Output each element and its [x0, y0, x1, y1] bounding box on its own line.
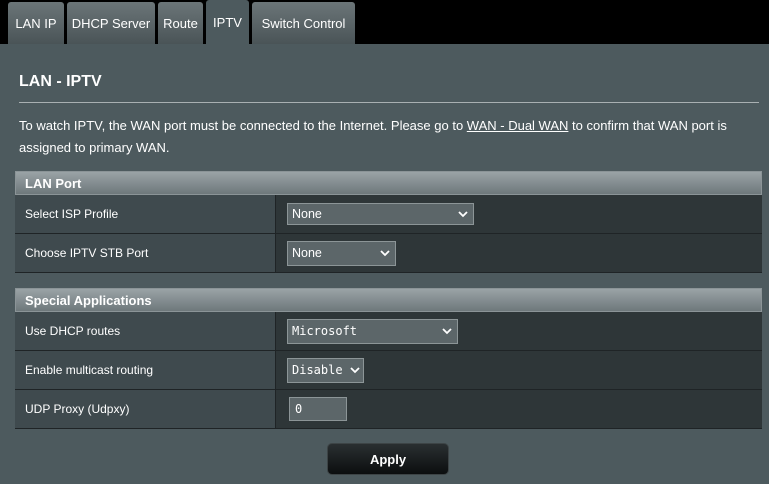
chevron-down-icon	[442, 328, 452, 335]
wan-dual-wan-link[interactable]: WAN - Dual WAN	[467, 118, 569, 133]
multicast-row: Enable multicast routing Disable	[15, 351, 762, 390]
multicast-label: Enable multicast routing	[15, 351, 276, 389]
isp-profile-select[interactable]: None	[287, 203, 474, 225]
chevron-down-icon	[458, 211, 468, 218]
dhcp-routes-row: Use DHCP routes Microsoft	[15, 312, 762, 351]
dhcp-routes-select[interactable]: Microsoft	[287, 318, 458, 344]
stb-port-select[interactable]: None	[287, 240, 396, 266]
stb-port-cell: None	[276, 234, 762, 272]
dhcp-routes-label: Use DHCP routes	[15, 312, 276, 350]
isp-profile-value: None	[292, 207, 322, 221]
tab-route[interactable]: Route	[158, 2, 203, 44]
isp-profile-row: Select ISP Profile None	[15, 195, 762, 234]
udpxy-row: UDP Proxy (Udpxy) 0	[15, 390, 762, 429]
multicast-value: Disable	[292, 363, 343, 377]
dhcp-routes-value: Microsoft	[292, 324, 358, 338]
tab-lan-ip[interactable]: LAN IP	[8, 2, 64, 44]
tab-bar: LAN IP DHCP Server Route IPTV Switch Con…	[0, 0, 355, 44]
special-applications-header: Special Applications	[15, 288, 762, 312]
page-title: LAN - IPTV	[19, 73, 102, 90]
tab-dhcp-server[interactable]: DHCP Server	[67, 2, 155, 44]
chevron-down-icon	[380, 250, 390, 257]
stb-port-value: None	[292, 246, 322, 260]
isp-profile-cell: None	[276, 195, 762, 233]
udpxy-input[interactable]: 0	[289, 397, 347, 421]
tab-switch-control[interactable]: Switch Control	[252, 2, 355, 44]
description: To watch IPTV, the WAN port must be conn…	[19, 115, 754, 159]
content-panel: LAN - IPTV To watch IPTV, the WAN port m…	[0, 44, 769, 484]
stb-port-row: Choose IPTV STB Port None	[15, 234, 762, 273]
udpxy-label: UDP Proxy (Udpxy)	[15, 390, 276, 428]
isp-profile-label: Select ISP Profile	[15, 195, 276, 233]
chevron-down-icon	[350, 367, 360, 374]
udpxy-cell: 0	[276, 390, 762, 428]
tab-iptv[interactable]: IPTV	[206, 0, 249, 44]
lan-port-header: LAN Port	[15, 171, 762, 195]
stb-port-label: Choose IPTV STB Port	[15, 234, 276, 272]
title-divider	[19, 102, 759, 103]
multicast-cell: Disable	[276, 351, 762, 389]
multicast-select[interactable]: Disable	[287, 357, 364, 383]
apply-button[interactable]: Apply	[327, 443, 449, 475]
description-text-1: To watch IPTV, the WAN port must be conn…	[19, 118, 467, 133]
dhcp-routes-cell: Microsoft	[276, 312, 762, 350]
